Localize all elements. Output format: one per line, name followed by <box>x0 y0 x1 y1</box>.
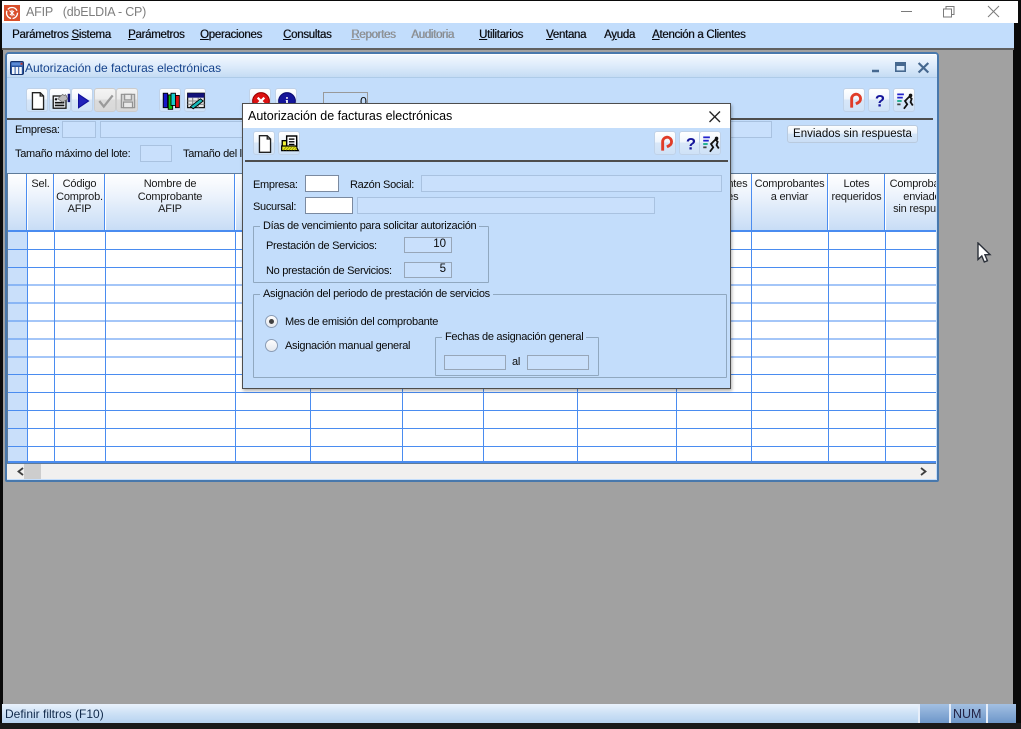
svg-text:?: ? <box>686 135 696 154</box>
svg-text:?: ? <box>875 92 885 111</box>
